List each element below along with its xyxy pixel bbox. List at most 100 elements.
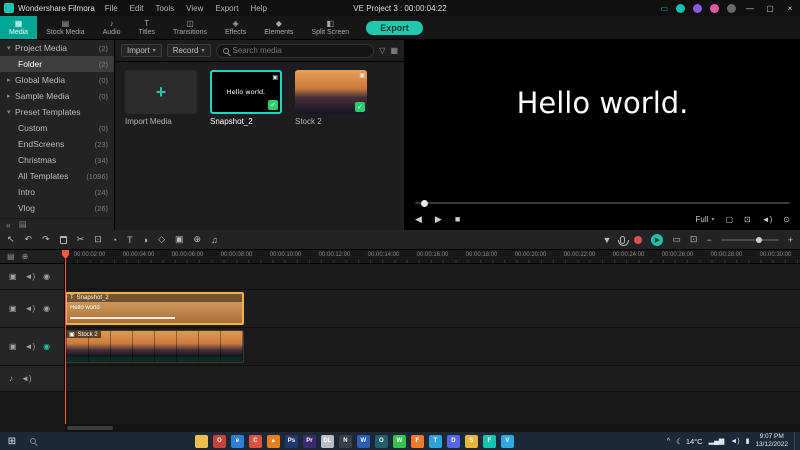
redo-icon[interactable]: ↷ bbox=[42, 234, 50, 245]
track-lane[interactable] bbox=[65, 264, 800, 289]
zoom-out-icon[interactable]: − bbox=[706, 235, 711, 245]
screen-record-icon[interactable]: ▶ bbox=[651, 233, 664, 246]
collapse-sidebar-icon[interactable]: « bbox=[6, 220, 11, 230]
media-item-snapshot-2[interactable]: Hello world. ▣ ✓ Snapshot_2 bbox=[210, 70, 282, 126]
seek-handle[interactable] bbox=[421, 200, 428, 207]
track-lane[interactable]: T Snapshot_2 Hello world bbox=[65, 290, 800, 327]
taskbar-app-photoshop[interactable]: Ps bbox=[284, 434, 298, 448]
import-media-tile[interactable]: + bbox=[125, 70, 197, 114]
taskbar-app-firefox[interactable]: F bbox=[410, 434, 424, 448]
user-avatar[interactable] bbox=[727, 3, 736, 13]
video-viewer[interactable]: Hello world. bbox=[405, 40, 800, 198]
volume-icon[interactable]: ◄) bbox=[730, 438, 739, 445]
import-button[interactable]: Import ▾ bbox=[121, 44, 162, 57]
sidebar-item-global-media[interactable]: ▸ Global Media (0) bbox=[0, 72, 114, 88]
taskbar-app-edge[interactable]: e bbox=[230, 434, 244, 448]
taskbar-app-spotify[interactable]: S bbox=[464, 434, 478, 448]
zoom-slider-handle[interactable] bbox=[755, 236, 762, 243]
sync-icon[interactable] bbox=[676, 3, 685, 13]
color-correction-icon[interactable]: ◑ bbox=[143, 235, 148, 245]
voiceover-record-icon[interactable] bbox=[634, 235, 643, 244]
zoom-to-fit-icon[interactable]: ⊡ bbox=[690, 234, 698, 245]
menu-export[interactable]: Export bbox=[215, 4, 238, 13]
text-tool-icon[interactable]: T bbox=[127, 235, 133, 245]
crop-icon[interactable]: ⊡ bbox=[94, 234, 102, 245]
tab-audio[interactable]: ♪ Audio bbox=[94, 16, 130, 39]
mute-track-icon[interactable]: ◄) bbox=[25, 342, 36, 351]
tab-media[interactable]: ▦ Media bbox=[0, 16, 38, 39]
seek-bar[interactable] bbox=[405, 198, 800, 208]
tab-titles[interactable]: T Titles bbox=[130, 16, 164, 39]
taskbar-app-filmora[interactable]: F bbox=[482, 434, 496, 448]
marker-icon[interactable]: ▼ bbox=[602, 235, 611, 245]
sidebar-item-endscreens[interactable]: EndScreens (23) bbox=[0, 136, 114, 152]
snapshot-thumbnail[interactable]: Hello world. ▣ ✓ bbox=[210, 70, 282, 114]
track-lane[interactable] bbox=[65, 366, 800, 391]
view-mode-icon[interactable]: ▦ bbox=[390, 46, 398, 55]
menu-help[interactable]: Help bbox=[250, 4, 266, 13]
menu-view[interactable]: View bbox=[186, 4, 203, 13]
timeline-ruler[interactable]: 00:00:02:00 00:00:04:00 00:00:06:00 00:0… bbox=[65, 250, 800, 264]
keyframe-icon[interactable]: ◇ bbox=[158, 234, 165, 245]
network-icon[interactable]: ▂▄▆ bbox=[709, 437, 725, 445]
tab-split-screen[interactable]: ◧ Split Screen bbox=[302, 16, 358, 39]
sidebar-item-sample-media[interactable]: ▸ Sample Media (0) bbox=[0, 88, 114, 104]
mute-track-icon[interactable]: ◄) bbox=[25, 272, 36, 281]
tab-effects[interactable]: ◈ Effects bbox=[216, 16, 255, 39]
minimize-button[interactable]: — bbox=[744, 4, 756, 13]
taskbar-app-word[interactable]: W bbox=[356, 434, 370, 448]
taskbar-app-vlc[interactable]: ▲ bbox=[266, 434, 280, 448]
sidebar-item-vlog[interactable]: Vlog (26) bbox=[0, 200, 114, 216]
volume-icon[interactable]: ◄) bbox=[762, 215, 773, 224]
timeline-horizontal-scrollbar[interactable] bbox=[65, 424, 800, 432]
delete-icon[interactable] bbox=[59, 235, 67, 244]
taskbar-app-file-explorer[interactable] bbox=[194, 434, 208, 448]
toggle-visibility-icon[interactable]: ◉ bbox=[43, 272, 50, 281]
scrollbar-handle[interactable] bbox=[67, 426, 113, 430]
media-item-stock-2[interactable]: ▣ ✓ Stock 2 bbox=[295, 70, 367, 126]
sidebar-item-custom[interactable]: Custom (0) bbox=[0, 120, 114, 136]
screen-cast-icon[interactable]: ▭ bbox=[660, 4, 668, 13]
play-button[interactable]: ▶ bbox=[435, 214, 442, 225]
tray-expand-icon[interactable]: ^ bbox=[667, 438, 670, 445]
zoom-in-icon[interactable]: + bbox=[788, 235, 793, 245]
seek-track[interactable] bbox=[415, 202, 790, 204]
stock-thumbnail[interactable]: ▣ ✓ bbox=[295, 70, 367, 114]
taskbar-app-premiere[interactable]: Pr bbox=[302, 434, 316, 448]
tab-stock-media[interactable]: ▤ Stock Media bbox=[37, 16, 94, 39]
timeline-clip-snapshot-2[interactable]: T Snapshot_2 Hello world bbox=[65, 292, 244, 325]
toggle-visibility-icon[interactable]: ◉ bbox=[43, 342, 50, 351]
close-button[interactable]: × bbox=[784, 4, 796, 13]
record-button[interactable]: Record ▾ bbox=[166, 44, 211, 57]
taskbar-clock[interactable]: 9:07 PM 13/12/2022 bbox=[755, 433, 788, 449]
menu-file[interactable]: File bbox=[105, 4, 118, 13]
resize-handle-icon[interactable]: ▤ bbox=[19, 219, 27, 230]
track-lane[interactable]: ▣ Stock 2 bbox=[65, 328, 800, 365]
audio-mixer-icon[interactable]: ♫ bbox=[211, 235, 218, 245]
fullscreen-icon[interactable]: ⊡ bbox=[744, 215, 751, 224]
taskbar-app-chrome[interactable]: C bbox=[248, 434, 262, 448]
playhead[interactable] bbox=[65, 250, 66, 424]
timeline-zoom-slider[interactable] bbox=[720, 236, 779, 243]
weather-widget[interactable]: ☾ 14°C bbox=[676, 437, 703, 446]
taskbar-app-vscode[interactable]: V bbox=[500, 434, 514, 448]
maximize-button[interactable]: ▢ bbox=[764, 4, 776, 13]
toggle-visibility-icon[interactable]: ◉ bbox=[43, 304, 50, 313]
taskbar-app-notepad[interactable]: N bbox=[338, 434, 352, 448]
mute-track-icon[interactable]: ◄) bbox=[21, 374, 32, 383]
filter-icon[interactable]: ▽ bbox=[379, 46, 385, 55]
undo-icon[interactable]: ↶ bbox=[25, 234, 33, 245]
pointer-tool-icon[interactable]: ↖ bbox=[7, 234, 15, 245]
render-preview-icon[interactable]: ▭ bbox=[672, 234, 681, 245]
taskbar-app-discord[interactable]: D bbox=[446, 434, 460, 448]
show-desktop-button[interactable] bbox=[793, 432, 797, 450]
timeline-clip-stock-2[interactable]: ▣ Stock 2 bbox=[65, 330, 244, 363]
sidebar-item-preset-templates[interactable]: ▾ Preset Templates bbox=[0, 104, 114, 120]
mute-track-icon[interactable]: ◄) bbox=[25, 304, 36, 313]
menu-edit[interactable]: Edit bbox=[130, 4, 144, 13]
speed-icon[interactable]: ◔ bbox=[112, 235, 117, 245]
taskbar-app-browser-red[interactable]: O bbox=[212, 434, 226, 448]
sidebar-item-project-media[interactable]: ▾ Project Media (2) bbox=[0, 40, 114, 56]
taskbar-app-telegram[interactable]: T bbox=[428, 434, 442, 448]
taskbar-app-whatsapp[interactable]: W bbox=[392, 434, 406, 448]
